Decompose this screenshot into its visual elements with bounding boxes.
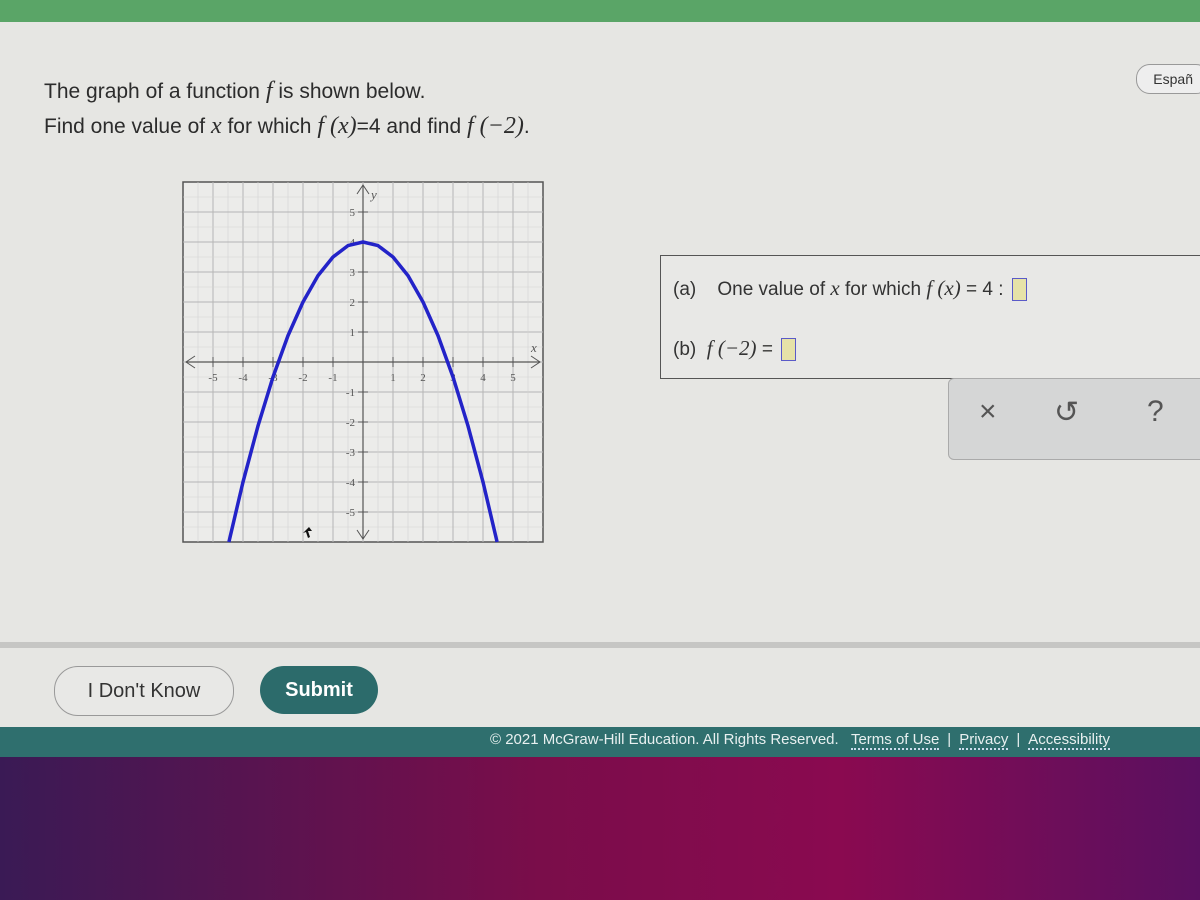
q-text: is shown below. <box>272 80 426 103</box>
separator: | <box>1016 731 1021 748</box>
answer-tools: × ↺ ? <box>948 378 1200 460</box>
part-a-text: for which <box>839 279 927 300</box>
math-x: x <box>830 276 840 300</box>
terms-link[interactable]: Terms of Use <box>850 731 940 750</box>
math-fx: f (x) <box>926 276 961 300</box>
q-text: . <box>523 115 530 138</box>
answer-a-row: (a) One value of x for which f (x) = 4 : <box>673 276 1027 302</box>
answer-b-row: (b) f (−2) = <box>673 336 796 362</box>
y-tick-label: -3 <box>346 447 356 459</box>
math-f-neg2: f (−2) <box>706 336 757 360</box>
submit-button[interactable]: Submit <box>260 666 378 714</box>
footer: © 2021 McGraw-Hill Education. All Rights… <box>0 727 1200 757</box>
x-tick-label: 5 <box>510 372 516 384</box>
answer-b-input[interactable] <box>780 338 796 362</box>
i-dont-know-button[interactable]: I Don't Know <box>54 666 234 716</box>
x-tick-label: 4 <box>480 372 486 384</box>
y-tick-label: 2 <box>350 297 356 309</box>
x-tick-label: 2 <box>420 372 426 384</box>
help-icon[interactable]: ? <box>1147 395 1164 429</box>
q-math: x <box>210 113 222 139</box>
q-text: The graph of a function <box>44 80 266 103</box>
x-tick-label: -2 <box>298 372 307 384</box>
q-text: for which <box>221 115 318 138</box>
question-text: The graph of a function f is shown below… <box>44 74 530 144</box>
part-b-text: = <box>756 339 773 360</box>
divider <box>0 642 1200 648</box>
privacy-link[interactable]: Privacy <box>959 731 1009 750</box>
y-axis-label: y <box>369 187 377 202</box>
x-tick-label: -5 <box>208 372 218 384</box>
y-tick-label: -2 <box>346 417 355 429</box>
y-tick-label: -5 <box>346 507 356 519</box>
part-a-label: (a) <box>673 279 697 300</box>
function-graph: -5 -4 -3 -2 -1 1 2 3 4 554321-1-2-3-4-5xy <box>182 181 544 543</box>
q-text: Find one value of <box>44 115 211 138</box>
part-a-text: = 4 : <box>960 279 1004 300</box>
y-tick-label: 5 <box>350 207 356 219</box>
copyright: © 2021 McGraw-Hill Education. All Rights… <box>490 731 839 748</box>
q-text: =4 and find <box>356 115 467 138</box>
x-axis-label: x <box>530 340 537 355</box>
accessibility-link[interactable]: Accessibility <box>1028 731 1110 750</box>
answer-a-input[interactable] <box>1011 278 1027 302</box>
q-math: f (x) <box>317 113 357 139</box>
part-a-text: One value of <box>717 279 831 300</box>
y-tick-label: 1 <box>350 327 356 339</box>
part-b-label: (b) <box>673 339 697 360</box>
y-tick-label: -1 <box>346 387 355 399</box>
clear-icon[interactable]: × <box>979 395 997 429</box>
separator: | <box>947 731 952 748</box>
q-math: f (−2) <box>466 113 524 139</box>
undo-icon[interactable]: ↺ <box>1054 395 1079 430</box>
x-tick-label: -1 <box>328 372 337 384</box>
answer-panel: (a) One value of x for which f (x) = 4 :… <box>660 255 1200 379</box>
x-tick-label: -4 <box>238 372 248 384</box>
y-tick-label: 3 <box>350 267 356 279</box>
y-tick-label: -4 <box>346 477 356 489</box>
language-button[interactable]: Españ <box>1136 64 1200 94</box>
x-tick-label: 1 <box>390 372 396 384</box>
